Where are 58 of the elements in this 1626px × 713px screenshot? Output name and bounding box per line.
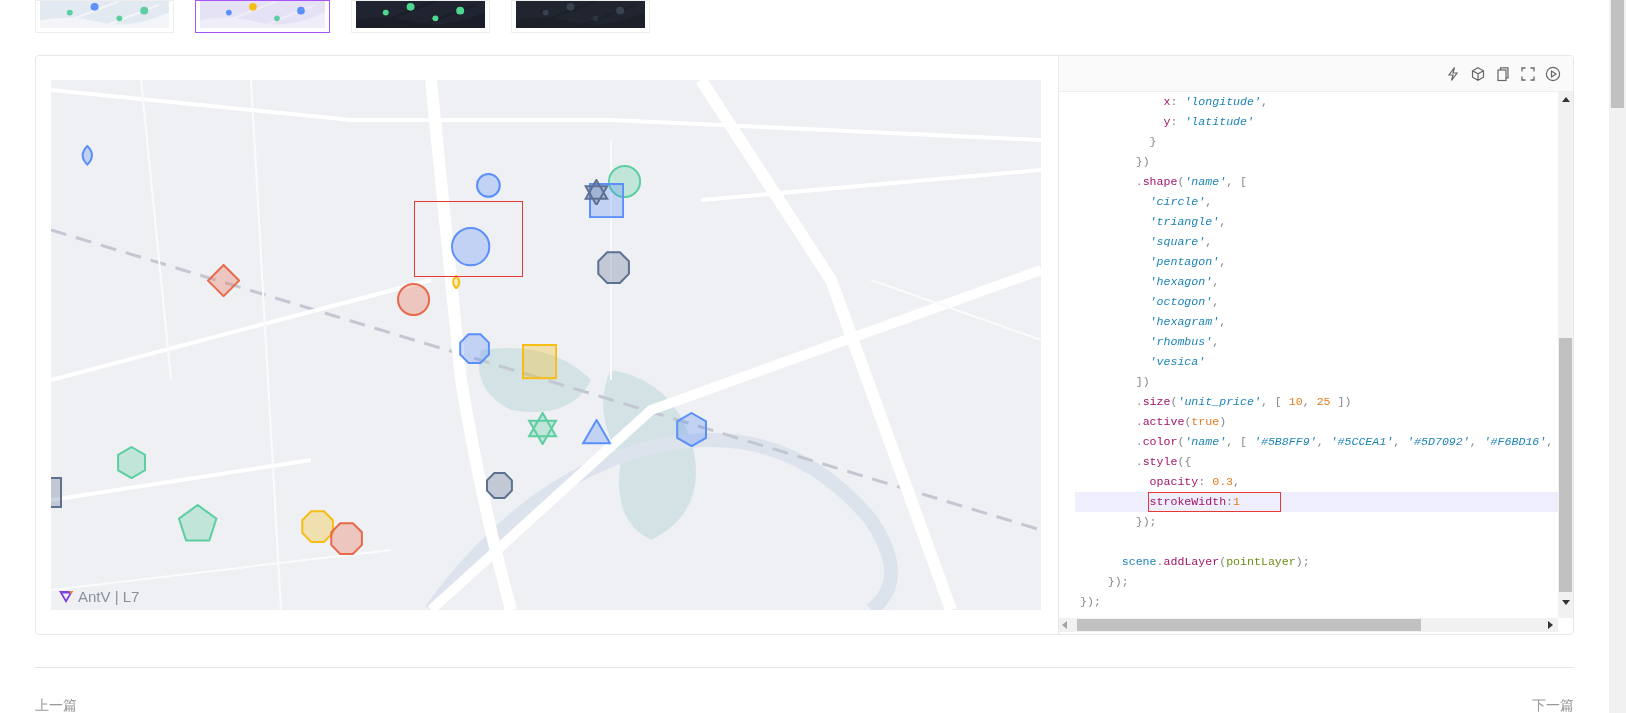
code-line: 'rhombus',: [1149, 335, 1220, 348]
octagon-marker: [484, 471, 514, 500]
next-link[interactable]: 下一篇: [1532, 698, 1574, 712]
code-line: 'hexagram',: [1149, 315, 1227, 328]
code-line: opacity: 0.3,: [1149, 475, 1241, 488]
vertical-scrollbar[interactable]: [1558, 92, 1573, 618]
scroll-up-icon[interactable]: [1560, 96, 1571, 104]
cube-icon[interactable]: [1470, 65, 1486, 82]
hexagon-marker: [115, 446, 149, 480]
code-line: scene.addLayer(pointLayer);: [1121, 555, 1310, 568]
code-line: 'hexagon',: [1149, 275, 1220, 288]
circle-marker: [451, 227, 491, 267]
scrollbar-thumb[interactable]: [1611, 0, 1624, 108]
code-line: });: [1080, 595, 1101, 608]
code-line: x: 'longitude',: [1163, 95, 1268, 108]
code-line: 'vesica': [1149, 355, 1206, 368]
octagon-marker: [328, 520, 365, 556]
code-line: 'triangle',: [1149, 215, 1227, 228]
scroll-down-icon[interactable]: [1560, 598, 1571, 606]
previous-link[interactable]: 上一篇: [35, 698, 77, 712]
code-line: 'pentagon',: [1149, 255, 1227, 268]
rhombus-marker: [206, 263, 240, 297]
star-marker: [583, 178, 610, 206]
code-line: });: [1135, 515, 1157, 528]
page-scrollbar[interactable]: [1609, 0, 1626, 713]
code-line: }: [1149, 135, 1157, 148]
fullscreen-icon[interactable]: [1520, 65, 1536, 82]
code-line: .style({: [1135, 455, 1192, 468]
code-line: .color('name', [ '#5B8FF9', '#5CCEA1', '#5D7092', '#F6BD16',: [1135, 435, 1554, 448]
code-line: });: [1107, 575, 1129, 588]
code-line: .shape('name', [: [1135, 175, 1248, 188]
code-line: 'square',: [1149, 235, 1213, 248]
copy-icon[interactable]: [1495, 65, 1511, 82]
scrollbar-thumb[interactable]: [1077, 619, 1421, 631]
logo-text: AntV | L7: [78, 589, 140, 604]
scrollbar-thumb[interactable]: [1559, 338, 1572, 592]
square-marker: [589, 182, 625, 218]
play-icon[interactable]: [1545, 65, 1561, 82]
lightning-icon[interactable]: [1445, 65, 1461, 82]
circle-marker: [607, 165, 641, 199]
circle-marker: [397, 283, 431, 317]
scroll-left-icon[interactable]: [1061, 620, 1069, 630]
horizontal-scrollbar[interactable]: [1059, 618, 1558, 632]
code-line: y: 'latitude': [1163, 115, 1254, 128]
code-line: .size('unit_price', [ 10, 25 ]): [1135, 395, 1352, 408]
octagon-marker: [299, 509, 336, 545]
hexagon-marker: [674, 411, 710, 448]
code-line: }): [1135, 155, 1150, 168]
logo-icon: [58, 589, 74, 604]
square-marker: [521, 344, 557, 380]
scroll-right-icon[interactable]: [1546, 620, 1554, 630]
code-line: ]): [1135, 375, 1150, 388]
circle-marker: [476, 173, 501, 199]
code-line: 'circle',: [1149, 195, 1213, 208]
octagon-marker: [457, 332, 491, 366]
octagon-marker: [596, 250, 632, 286]
code-line: 'octogon',: [1149, 295, 1220, 308]
code-line: .active(true): [1135, 415, 1227, 428]
